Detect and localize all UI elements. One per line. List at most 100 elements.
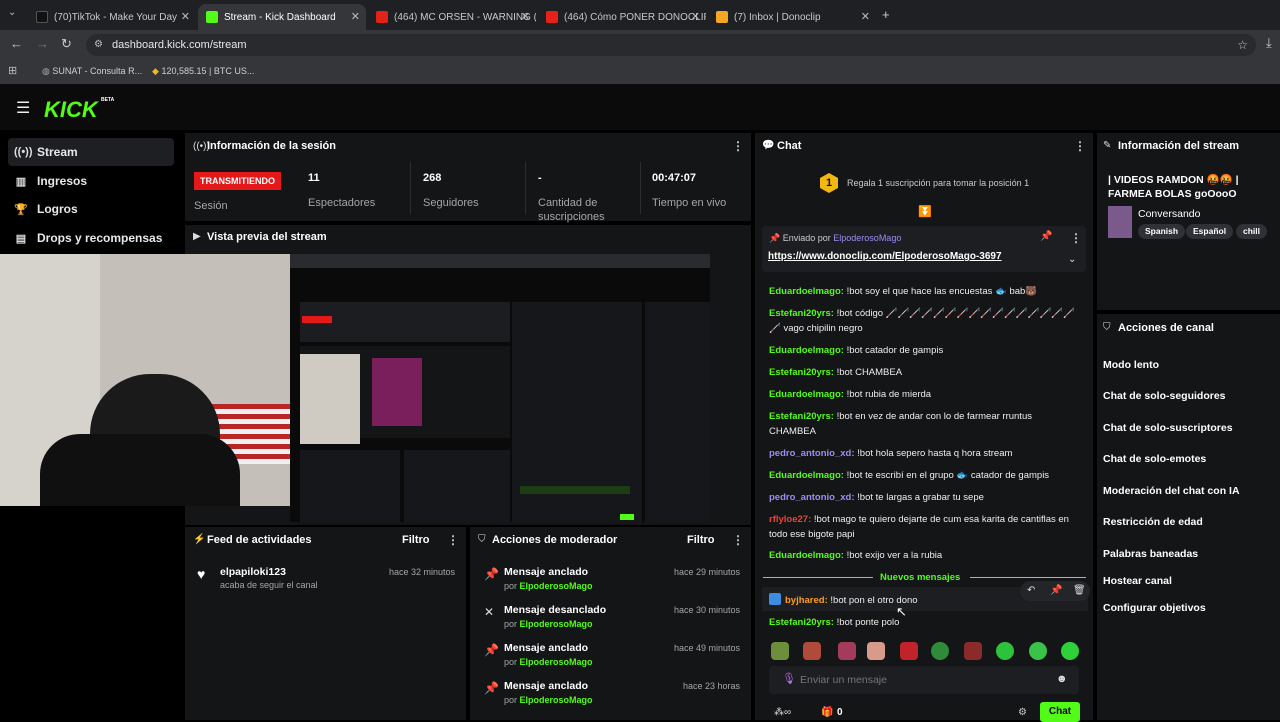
chat-message[interactable]: Eduardoelmago: !bot rubia de mierda xyxy=(769,387,1079,402)
apps-grid-icon[interactable]: ⊞ xyxy=(8,64,17,77)
gear-icon[interactable]: ⚙ xyxy=(1018,707,1027,718)
download-icon[interactable]: ⤓ xyxy=(1266,35,1272,51)
bookmark-btc[interactable]: ◆ 120,585.15 | BTC US... xyxy=(152,66,254,77)
channel-actions-title: Acciones de canal xyxy=(1118,322,1214,334)
gift-sub-banner[interactable]: Regala 1 suscripción para tomar la posic… xyxy=(847,178,1029,188)
chat-send-button[interactable]: Chat xyxy=(1040,702,1080,722)
stream-preview-title: Vista previa del stream xyxy=(207,231,327,243)
pin-icon[interactable]: 📌 xyxy=(1040,231,1052,242)
menu-icon[interactable]: ☰ xyxy=(16,98,30,118)
more-options-icon[interactable]: ⋮ xyxy=(732,533,744,547)
close-icon[interactable]: ✕ xyxy=(691,10,700,23)
bookmark-sunat[interactable]: ◍ SUNAT - Consulta R... xyxy=(42,66,142,77)
chevron-down-icon[interactable]: ⌄ xyxy=(1068,254,1076,265)
tab-youtube-1[interactable]: (464) MC ORSEN - WARNING ( ✕ xyxy=(368,4,536,30)
emote-icon[interactable] xyxy=(838,642,856,660)
new-tab-icon[interactable]: + xyxy=(882,7,890,22)
subs-value: - xyxy=(538,172,542,184)
tab-kick-dashboard[interactable]: Stream - Kick Dashboard ✕ xyxy=(198,4,366,30)
forward-icon[interactable]: → xyxy=(36,36,49,51)
site-settings-icon[interactable]: ⚙ xyxy=(94,34,103,56)
gift-icon[interactable]: 🎁 xyxy=(821,707,833,718)
divider xyxy=(970,577,1086,578)
back-icon[interactable]: ← xyxy=(10,36,23,51)
tab-youtube-2[interactable]: (464) Cómo PONER DONOCLIP ✕ xyxy=(538,4,706,30)
chat-message[interactable]: Estefani20yrs: !bot en vez de andar con … xyxy=(769,409,1079,439)
action-followers-only[interactable]: Chat de solo-seguidores xyxy=(1103,390,1226,402)
chat-message[interactable]: Estefani20yrs: !bot CHAMBEA xyxy=(769,365,1079,380)
chat-message[interactable]: pedro_antonio_xd: !bot hola sepero hasta… xyxy=(769,446,1079,461)
chat-message[interactable]: Estefani20yrs: !bot código 🦯🦯🦯🦯🦯🦯🦯🦯🦯🦯🦯🦯🦯… xyxy=(769,306,1079,336)
category-thumbnail xyxy=(1108,206,1132,238)
chat-message[interactable]: pedro_antonio_xd: !bot te largas a graba… xyxy=(769,490,1079,505)
action-ai-moderation[interactable]: Moderación del chat con IA xyxy=(1103,485,1240,497)
action-host-channel[interactable]: Hostear canal xyxy=(1103,575,1172,587)
delete-icon[interactable]: 🗑 xyxy=(1073,585,1086,596)
mod-action-title: Mensaje anclado xyxy=(504,642,589,654)
sidebar-item-stream[interactable]: ((•)) Stream xyxy=(8,138,174,166)
more-options-icon[interactable]: ⋮ xyxy=(447,533,459,547)
url-field[interactable]: ⚙ dashboard.kick.com/stream ☆ xyxy=(86,34,1256,56)
pinned-link[interactable]: https://www.donoclip.com/ElpoderosoMago-… xyxy=(768,251,1002,262)
kick-icon xyxy=(206,11,218,23)
stream-title: | VIDEOS RAMDON 🤬🤬 | FARMEA BOLAS goOooO xyxy=(1108,174,1239,200)
tab-tiktok[interactable]: (70)TikTok - Make Your Day ✕ xyxy=(28,4,196,30)
emote-icon[interactable] xyxy=(1061,642,1079,660)
chat-message[interactable]: Estefani20yrs: !bot ponte polo xyxy=(769,615,1079,630)
tab-search-icon[interactable]: ⌄ xyxy=(8,7,16,18)
more-options-icon[interactable]: ⋮ xyxy=(732,139,744,153)
url-text: dashboard.kick.com/stream xyxy=(112,39,247,51)
trophy-icon: 🏆 xyxy=(14,203,28,216)
pin-icon[interactable]: 📌 xyxy=(1050,585,1062,596)
more-options-icon[interactable]: ⋮ xyxy=(1070,231,1082,245)
tab-donoclip[interactable]: (7) Inbox | Donoclip ✕ xyxy=(708,4,876,30)
divider xyxy=(410,162,411,214)
activity-filter-button[interactable]: Filtro xyxy=(402,534,430,546)
mod-action-by: por ElpoderosoMago xyxy=(504,695,593,705)
kick-logo[interactable]: KICK xyxy=(44,97,98,123)
action-age-restriction[interactable]: Restricción de edad xyxy=(1103,516,1203,528)
action-subscribers-only[interactable]: Chat de solo-suscriptores xyxy=(1103,422,1233,434)
viewers-label: Espectadores xyxy=(308,197,376,209)
chat-message[interactable]: Eduardoelmago: !bot te escribí en el gru… xyxy=(769,468,1079,483)
microphone-icon[interactable]: 🎙 xyxy=(782,672,796,685)
stream-preview-video[interactable] xyxy=(290,254,710,522)
emote-icon[interactable] xyxy=(867,642,885,660)
sidebar-item-drops[interactable]: ▤ Drops y recompensas xyxy=(8,224,174,252)
action-emotes-only[interactable]: Chat de solo-emotes xyxy=(1103,453,1206,465)
emote-icon[interactable] xyxy=(771,642,789,660)
activity-user[interactable]: elpapiloki123 xyxy=(220,566,286,578)
action-banned-words[interactable]: Palabras baneadas xyxy=(1103,548,1198,560)
emote-icon[interactable] xyxy=(931,642,949,660)
chat-input[interactable] xyxy=(800,670,1050,690)
mod-filter-button[interactable]: Filtro xyxy=(687,534,715,546)
scroll-down-icon[interactable]: ⏬ xyxy=(918,205,932,218)
emote-icon[interactable] xyxy=(900,642,918,660)
reload-icon[interactable]: ↻ xyxy=(61,36,72,52)
chat-message[interactable]: rflyloe27: !bot mago te quiero dejarte d… xyxy=(769,512,1079,542)
sidebar-item-ingresos[interactable]: ▥ Ingresos xyxy=(8,167,174,195)
chat-message[interactable]: Eduardoelmago: !bot soy el que hace las … xyxy=(769,284,1079,299)
bookmark-star-icon[interactable]: ☆ xyxy=(1237,34,1248,56)
channel-points-icon[interactable]: ⁂∞ xyxy=(774,707,791,718)
emote-icon[interactable] xyxy=(996,642,1014,660)
close-icon[interactable]: ✕ xyxy=(351,10,360,23)
chat-message[interactable]: Eduardoelmago: !bot exijo ver a la rubia xyxy=(769,548,1079,563)
chat-message[interactable]: byjhared: !bot pon el otro dono xyxy=(785,593,985,608)
session-label: Sesión xyxy=(194,200,228,212)
action-slow-mode[interactable]: Modo lento xyxy=(1103,359,1159,371)
close-icon[interactable]: ✕ xyxy=(181,10,190,23)
close-icon[interactable]: ✕ xyxy=(521,10,530,23)
emoji-icon[interactable]: ☻ xyxy=(1056,673,1068,685)
chat-message[interactable]: Eduardoelmago: !bot catador de gampis xyxy=(769,343,1079,358)
sidebar-item-logros[interactable]: 🏆 Logros xyxy=(8,195,174,223)
reply-icon[interactable]: ↶ xyxy=(1027,585,1035,596)
tab-label: (70)TikTok - Make Your Day xyxy=(54,11,178,23)
more-options-icon[interactable]: ⋮ xyxy=(1074,139,1086,153)
close-icon[interactable]: ✕ xyxy=(861,10,870,23)
emote-icon[interactable] xyxy=(964,642,982,660)
action-set-goals[interactable]: Configurar objetivos xyxy=(1103,602,1206,614)
emote-icon[interactable] xyxy=(1029,642,1047,660)
live-time-value: 00:47:07 xyxy=(652,172,697,184)
emote-icon[interactable] xyxy=(803,642,821,660)
